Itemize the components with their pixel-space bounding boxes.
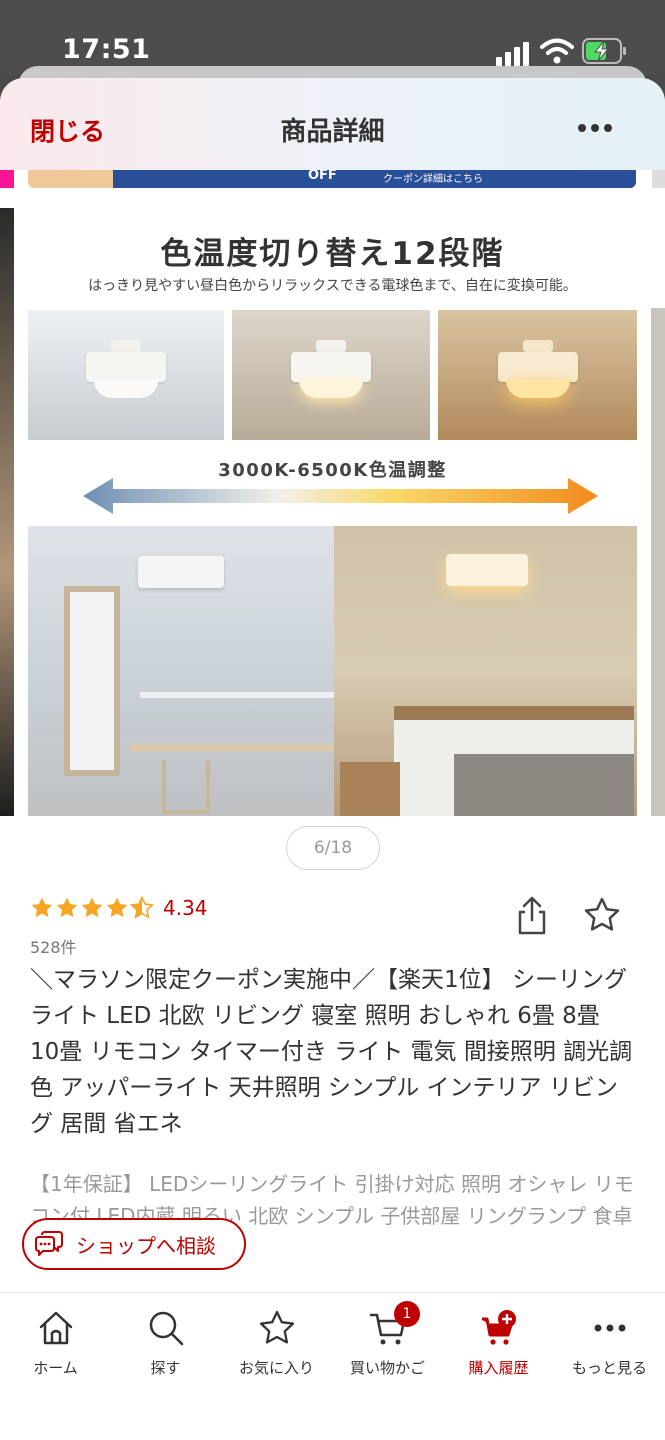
star-full-icon [56, 897, 78, 918]
battery-icon [582, 38, 626, 64]
product-name: ＼マラソン限定クーポン実施中／【楽天1位】 シーリングライト LED 北欧 リビ… [30, 967, 633, 1137]
sheet-header: 閉じる 商品詳細 [0, 78, 665, 170]
shop-consult-button[interactable]: ショップへ相談 [22, 1218, 246, 1270]
shop-consult-label: ショップへ相談 [76, 1233, 216, 1258]
tab-label: 買い物かご [349, 1359, 425, 1377]
image-headline: 色温度切り替え12段階 [160, 236, 505, 272]
review-count[interactable]: 528件 [30, 934, 77, 958]
star-full-icon [81, 897, 103, 918]
tab-label: 探す [150, 1359, 181, 1377]
tab-search[interactable]: 探す [110, 1293, 221, 1403]
image-counter: 6/18 [286, 826, 380, 870]
home-icon [39, 1311, 72, 1345]
bottom-tab-bar: ホーム 探す お気に入り 1 買い物かご 購入履歴 もっと見る [0, 1292, 665, 1440]
signal-icon [496, 40, 532, 66]
tab-favorites[interactable]: お気に入り [221, 1293, 332, 1403]
lamp-neutral-photo [232, 310, 430, 440]
wifi-icon [540, 38, 574, 64]
star-icon [259, 1310, 294, 1344]
search-icon [149, 1311, 183, 1346]
coupon-detail-link[interactable]: クーポン詳細はこちら [383, 170, 483, 185]
star-full-icon [106, 897, 128, 918]
image-subline: はっきり見やすい昼白色からリラックスできる電球色まで、自在に変換可能。 [88, 278, 577, 294]
favorite-star-icon[interactable] [583, 896, 621, 934]
color-temperature-arrow [83, 478, 598, 514]
rating-stars[interactable]: 4.34 [30, 896, 208, 920]
tab-more[interactable]: もっと見る [554, 1293, 665, 1403]
more-icon [594, 1324, 625, 1332]
chat-bubble-icon [35, 1231, 63, 1256]
tab-cart[interactable]: 1 買い物かご [332, 1293, 443, 1403]
cart-badge: 1 [394, 1301, 420, 1327]
star-half-icon [130, 896, 154, 919]
lamp-cool-white-photo [28, 310, 224, 440]
more-options-icon[interactable] [578, 124, 612, 132]
status-bar: 17:51 [0, 0, 665, 75]
lamp-warm-photo [438, 310, 637, 440]
previous-image-peek[interactable] [0, 208, 14, 816]
share-icon[interactable] [515, 896, 549, 936]
tab-label: もっと見る [571, 1359, 647, 1377]
app-screen: 17:51 閉じる 商品詳細 OFF クーポン詳細はこちら 色温度切り替え12段… [0, 0, 665, 1440]
product-image: 色温度切り替え12段階 はっきり見やすい昼白色からリラックスできる電球色まで、自… [28, 208, 637, 816]
purchase-history-icon [481, 1310, 516, 1345]
banner-off-text: OFF [308, 168, 337, 183]
star-full-icon [31, 897, 53, 918]
next-image-peek[interactable] [651, 308, 665, 816]
status-time: 17:51 [62, 34, 151, 65]
tab-label: お気に入り [238, 1359, 314, 1377]
tab-label: ホーム [33, 1359, 78, 1377]
rating-value: 4.34 [163, 896, 208, 920]
cool-room-photo [28, 526, 334, 816]
page-title: 商品詳細 [280, 117, 385, 147]
warm-room-photo [334, 526, 637, 816]
product-image-carousel[interactable]: 色温度切り替え12段階 はっきり見やすい昼白色からリラックスできる電球色まで、自… [0, 208, 665, 816]
tab-home[interactable]: ホーム [0, 1293, 111, 1403]
tab-purchase-history[interactable]: 購入履歴 [443, 1293, 554, 1403]
tab-label: 購入履歴 [468, 1359, 529, 1377]
